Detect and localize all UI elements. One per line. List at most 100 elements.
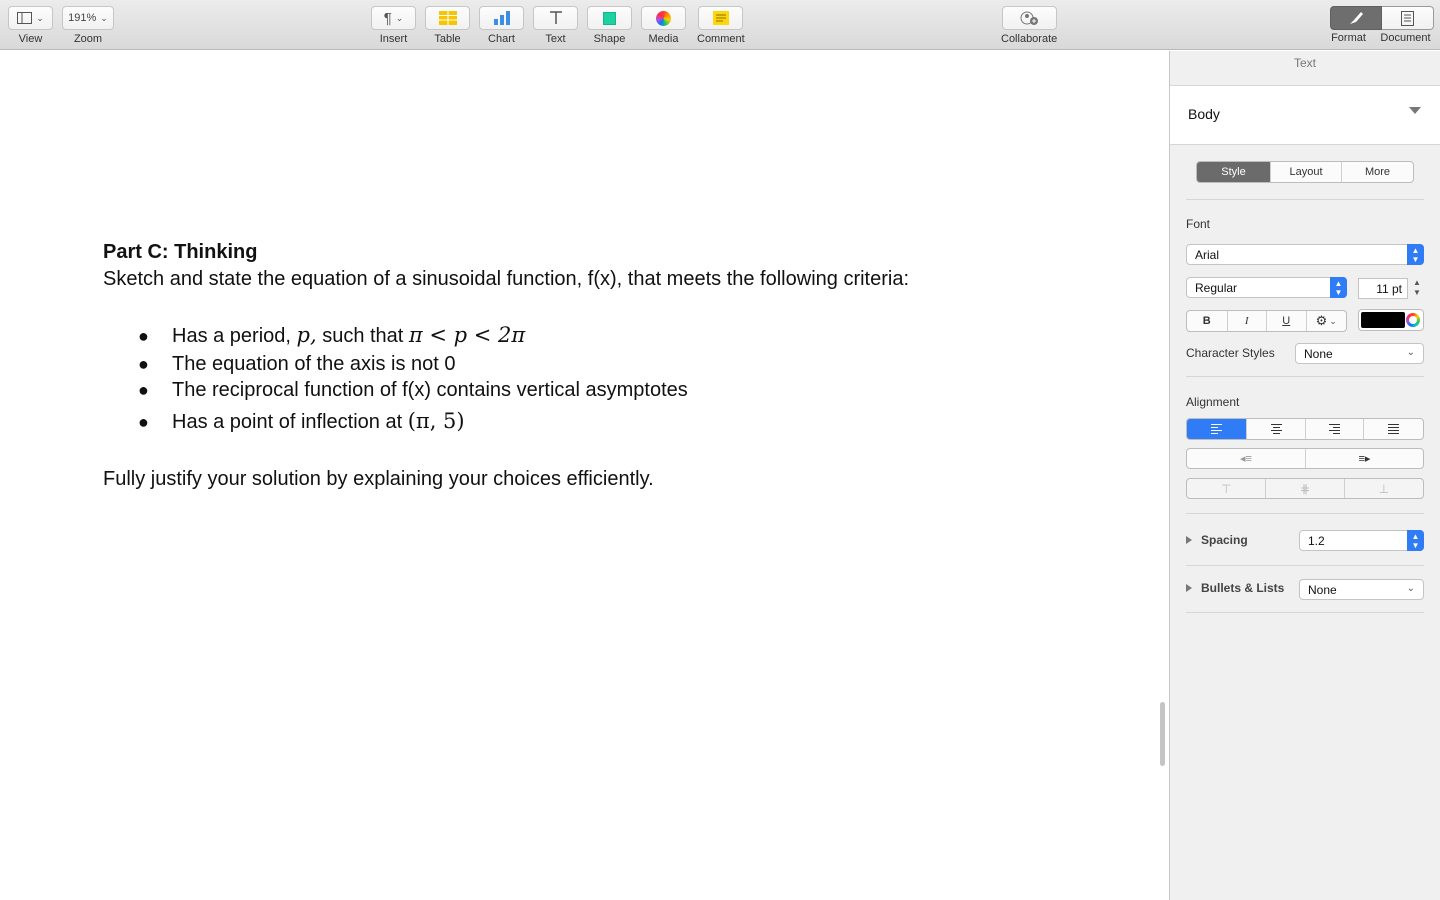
character-styles-value: None [1304,346,1333,361]
paragraph-style-name: Body [1188,106,1220,122]
divider [1186,376,1424,377]
align-bottom-button[interactable]: ⊥ [1343,479,1423,498]
comment-label: Comment [697,33,745,45]
chart-label: Chart [488,33,515,45]
table-label: Table [434,33,461,45]
zoom-control[interactable]: 191% ⌄ Zoom [62,6,114,45]
underline-button[interactable]: U [1266,311,1306,331]
text-color-swatch[interactable] [1361,312,1405,328]
document-body[interactable]: Part C: Thinking Sketch and state the eq… [103,239,909,493]
list-item-text: The equation of the axis is not 0 [172,353,456,375]
character-styles-popup[interactable]: None ⌄ [1295,343,1424,364]
table-icon [438,11,457,25]
collaborate-control[interactable]: Collaborate [1001,6,1057,45]
decrease-indent-button[interactable]: ◂≡ [1187,449,1305,468]
text-control[interactable]: Text [533,6,578,45]
text-color-well[interactable] [1358,309,1424,331]
font-typeface-popup[interactable]: Regular ▲ ▼ [1186,277,1347,298]
text-label: Text [545,33,566,45]
zoom-popup[interactable]: 191% ⌄ [62,6,114,30]
bold-button[interactable]: B [1187,311,1227,331]
divider [1186,612,1424,613]
chart-control[interactable]: Chart [479,6,524,45]
view-button[interactable]: ⌄ [8,6,53,30]
document-intro[interactable]: Sketch and state the equation of a sinus… [103,266,909,293]
font-size-stepper[interactable]: ▲ ▼ [1411,278,1423,299]
chevron-down-icon: ⌄ [1406,347,1415,358]
list-item[interactable]: ● Has a period, p, such that π < p < 2π [138,323,909,353]
tab-style[interactable]: Style [1197,162,1270,182]
font-family-popup[interactable]: Arial ▲ ▼ [1186,244,1424,265]
note-icon [712,11,729,25]
italic-button[interactable]: I [1226,311,1267,331]
justify-button[interactable] [1363,419,1423,439]
media-control[interactable]: Media [641,6,686,45]
shape-control[interactable]: Shape [587,6,632,45]
format-label: Format [1331,32,1366,44]
shape-button[interactable] [587,6,632,30]
font-size-field[interactable]: 11 pt [1358,278,1408,299]
text-tabs: Style Layout More [1196,161,1414,183]
align-top-button[interactable]: ⊤ [1187,479,1265,498]
insert-button[interactable]: ¶ ⌄ [371,6,416,30]
spacing-label[interactable]: Spacing [1201,533,1248,547]
align-left-button[interactable] [1187,419,1247,439]
table-control[interactable]: Table [425,6,470,45]
list-item-text: Has a point of inflection at (π, 5) [172,409,465,434]
format-button[interactable] [1330,6,1382,30]
font-style-buttons: B I U ⚙ ⌄ [1186,310,1347,332]
collaborate-button[interactable] [1001,6,1057,30]
font-typeface-value: Regular [1195,280,1238,295]
font-section-label: Font [1186,217,1211,231]
align-right-button[interactable] [1304,419,1364,439]
comment-button[interactable] [698,6,744,30]
alignment-buttons [1186,418,1424,440]
updown-arrows-icon: ▲ ▼ [1407,244,1424,265]
bullets-lists-popup[interactable]: None ⌄ [1299,579,1424,600]
insert-control[interactable]: ¶ ⌄ Insert [371,6,416,45]
align-center-button[interactable] [1246,419,1305,439]
tab-more[interactable]: More [1341,162,1413,182]
flower-icon [656,10,671,26]
shape-label: Shape [593,33,626,45]
bullet-marker: ● [138,380,149,400]
person-add-icon [1020,11,1039,25]
vertical-scrollbar[interactable] [1160,702,1165,766]
disclosure-triangle-icon[interactable] [1186,584,1192,592]
chevron-down-icon: ⌄ [100,12,108,23]
zoom-label: Zoom [73,33,103,45]
align-right-icon [1329,424,1341,434]
document-canvas[interactable]: Part C: Thinking Sketch and state the eq… [0,51,1169,900]
chevron-down-icon: ⌄ [1329,315,1337,326]
text-button[interactable] [533,6,578,30]
list-item[interactable]: ● The reciprocal function of f(x) contai… [138,379,909,409]
justify-icon [1388,424,1400,434]
gear-icon: ⚙ [1315,313,1328,328]
bullets-lists-label[interactable]: Bullets & Lists [1201,581,1284,595]
list-item-text: Has a period, p, such that π < p < 2π [172,323,525,348]
paragraph-style-popup[interactable]: Body [1170,85,1440,145]
align-middle-button[interactable]: ⋕ [1265,479,1343,498]
document-heading[interactable]: Part C: Thinking [103,239,909,266]
spacing-popup[interactable]: 1.2 ▲ ▼ [1299,530,1424,551]
document-closing[interactable]: Fully justify your solution by explainin… [103,466,909,493]
tab-layout[interactable]: Layout [1270,162,1341,182]
media-button[interactable] [641,6,686,30]
math-expression: (π, 5) [407,409,465,433]
list-item[interactable]: ● The equation of the axis is not 0 [138,353,909,379]
view-control[interactable]: ⌄ View [8,6,53,45]
chevron-down-icon: ⌄ [1406,583,1415,594]
text-options-button[interactable]: ⚙ ⌄ [1305,311,1347,331]
disclosure-triangle-icon[interactable] [1186,536,1192,544]
color-wheel-icon[interactable] [1406,313,1420,327]
list-item-text-part: Has a period, [172,325,297,347]
chart-button[interactable] [479,6,524,30]
collaborate-label: Collaborate [1001,33,1058,45]
inspector-title: Text [1293,56,1316,70]
comment-control[interactable]: Comment [697,6,745,45]
chevron-down-icon: ⌄ [395,12,404,23]
document-button[interactable] [1382,6,1434,30]
list-item[interactable]: ● Has a point of inflection at (π, 5) [138,409,909,439]
table-button[interactable] [425,6,470,30]
increase-indent-button[interactable]: ≡▸ [1305,449,1423,468]
